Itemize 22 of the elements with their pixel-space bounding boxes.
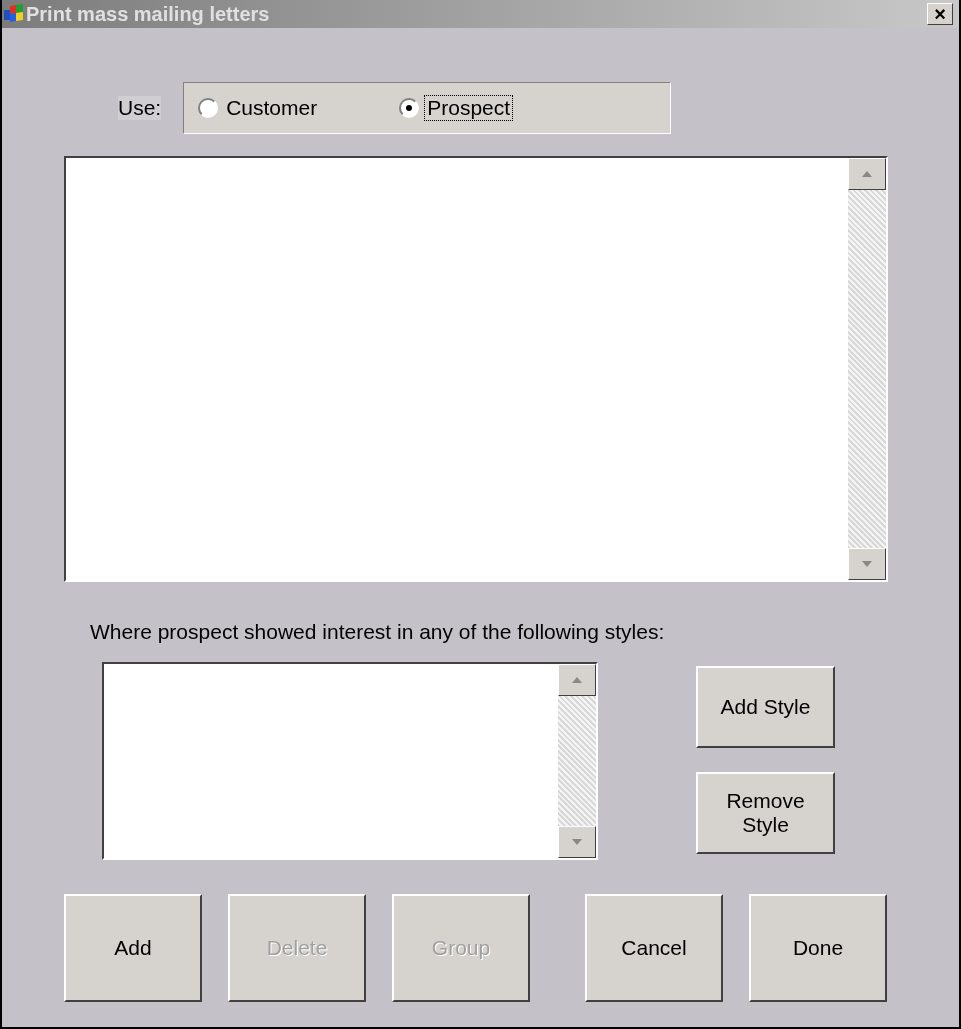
dialog-button[interactable]: Done [749,894,887,1002]
down-triangle-icon [862,561,872,567]
down-triangle-icon [572,839,582,845]
radio-option[interactable]: Customer [198,96,320,120]
up-triangle-icon [572,677,582,683]
scroll-up-button[interactable] [558,664,596,696]
scroll-bar[interactable] [558,664,596,858]
dialog-button[interactable]: Add [64,894,202,1002]
window-title: Print mass mailing letters [26,2,271,26]
close-button[interactable]: × [927,3,953,25]
up-triangle-icon [862,171,872,177]
radio-option[interactable]: Prospect [399,96,513,120]
style-button[interactable]: Add Style [696,666,835,748]
scroll-down-button[interactable] [558,826,596,858]
scroll-down-button[interactable] [848,548,886,580]
scroll-up-button[interactable] [848,158,886,190]
styles-label: Where prospect showed interest in any of the following styles: [90,620,666,644]
dialog-button[interactable]: Cancel [585,894,723,1002]
app-icon [4,4,24,24]
style-button[interactable]: Remove Style [696,772,835,854]
scroll-bar[interactable] [848,158,886,580]
use-label: Use: [118,96,162,120]
